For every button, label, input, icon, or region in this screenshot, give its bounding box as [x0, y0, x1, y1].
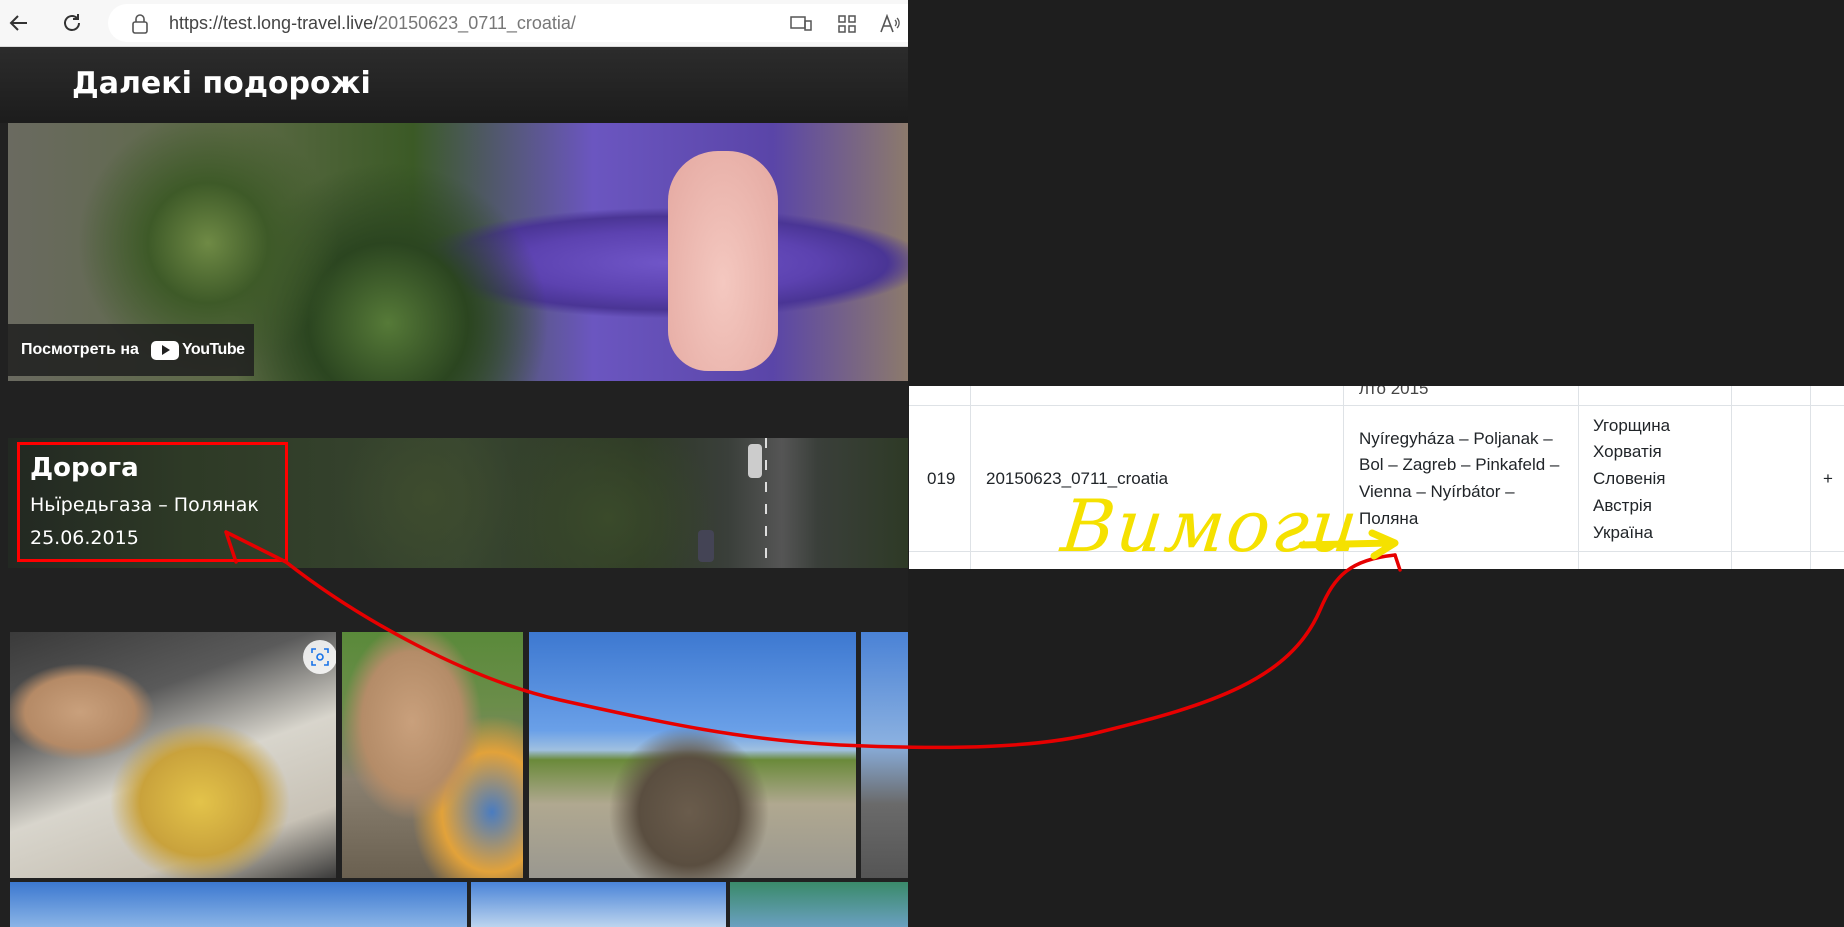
- url-text[interactable]: https://test.long-travel.live/20150623_0…: [169, 13, 576, 34]
- country-item: Угорщина: [1593, 416, 1671, 435]
- back-arrow-icon: [9, 15, 27, 31]
- gallery-photo[interactable]: [529, 632, 856, 878]
- road-section-banner[interactable]: Дорога Ньїредьгаза – Полянак 25.06.2015: [8, 438, 908, 568]
- lock-icon[interactable]: [128, 12, 152, 36]
- gallery-photo[interactable]: [471, 882, 726, 927]
- column-border: [970, 386, 971, 569]
- column-border: [1343, 386, 1344, 569]
- browser-window: https://test.long-travel.live/20150623_0…: [0, 0, 908, 927]
- address-bar[interactable]: https://test.long-travel.live/20150623_0…: [108, 4, 908, 42]
- refresh-button[interactable]: [57, 8, 87, 38]
- country-item: Словенія: [1593, 469, 1666, 488]
- read-aloud-icon[interactable]: [878, 12, 902, 36]
- trips-table-snippet: лто 2015 019 20150623_0711_croatia Nyíre…: [909, 386, 1844, 569]
- extensions-grid-icon[interactable]: [835, 12, 859, 36]
- watch-on-youtube-button[interactable]: Посмотреть на YouTube: [8, 324, 254, 376]
- visual-search-icon[interactable]: [303, 640, 336, 674]
- expand-row-button[interactable]: +: [1823, 466, 1833, 493]
- youtube-wordmark: YouTube: [181, 341, 245, 358]
- column-border: [1731, 386, 1732, 569]
- column-border: [1810, 386, 1811, 569]
- country-item: Австрія: [1593, 496, 1652, 515]
- url-path: 20150623_0711_croatia/: [378, 13, 576, 33]
- road-section-route: Ньїредьгаза – Полянак: [30, 494, 259, 516]
- browser-toolbar: https://test.long-travel.live/20150623_0…: [0, 0, 908, 47]
- back-button[interactable]: [4, 8, 34, 38]
- site-header: Далекі подорожі: [0, 47, 908, 123]
- route-line: Nyíregyháza – Poljanak –: [1359, 429, 1553, 448]
- column-border: [1578, 386, 1579, 569]
- route-line: Bol – Zagreb – Pinkafeld –: [1359, 455, 1560, 474]
- row-border: [909, 551, 1844, 552]
- road-section-date: 25.06.2015: [30, 527, 139, 549]
- app-available-icon[interactable]: [789, 12, 813, 36]
- youtube-logo: YouTube: [150, 340, 245, 360]
- gallery-photo[interactable]: [730, 882, 908, 927]
- video-frame-hand: [668, 151, 778, 371]
- cell-number: 019: [927, 469, 956, 488]
- country-item: Хорватія: [1593, 442, 1662, 461]
- site-title[interactable]: Далекі подорожі: [72, 66, 371, 101]
- banner-car: [748, 444, 762, 478]
- next-row-text: ... ... ... ...: [1371, 558, 1442, 569]
- watch-on-label: Посмотреть на: [21, 341, 139, 358]
- gallery-photo[interactable]: [10, 882, 467, 927]
- youtube-play-icon: [150, 340, 179, 360]
- row-border: [909, 405, 1844, 406]
- gallery-photo[interactable]: [342, 632, 523, 878]
- refresh-icon: [64, 14, 80, 31]
- road-section-title: Дорога: [30, 453, 139, 483]
- previous-row-text: лто 2015: [1359, 386, 1429, 398]
- banner-car: [698, 530, 714, 562]
- cell-folder[interactable]: 20150623_0711_croatia: [986, 466, 1168, 493]
- youtube-video-embed[interactable]: Посмотреть на YouTube: [8, 123, 908, 381]
- route-line: Vienna – Nyírbátor –: [1359, 482, 1515, 501]
- url-host: https://test.long-travel.live/: [169, 13, 379, 33]
- gallery-photo[interactable]: [10, 632, 336, 878]
- road-marking: [765, 438, 767, 568]
- gallery-photo[interactable]: [861, 632, 908, 878]
- route-line: Поляна: [1359, 509, 1419, 528]
- country-item: Україна: [1593, 523, 1653, 542]
